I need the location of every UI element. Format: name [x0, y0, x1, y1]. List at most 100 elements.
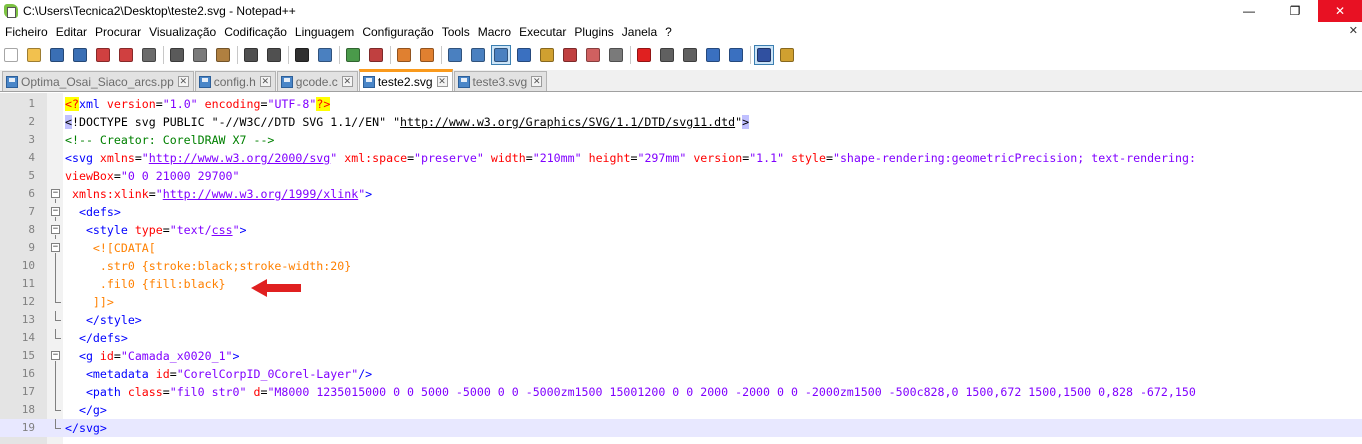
code-line[interactable]: 6 − xmlns:xlink="http://www.w3.org/1999/x… [0, 185, 1362, 203]
open-file-button[interactable] [25, 46, 43, 64]
menu-item-codifica-o[interactable]: Codificação [223, 22, 294, 42]
word-wrap-icon [448, 48, 462, 62]
fold-toggle-icon[interactable]: − [51, 351, 60, 360]
menu-item-editar[interactable]: Editar [55, 22, 94, 42]
menu-item-ficheiro[interactable]: Ficheiro [4, 22, 55, 42]
redo-button[interactable] [265, 46, 283, 64]
code-line[interactable]: 10 .str0 {stroke:black;stroke-width:20} [0, 257, 1362, 275]
menu-item-help[interactable]: ? [664, 22, 679, 42]
record-macro-button[interactable] [635, 46, 653, 64]
fold-toggle-icon[interactable]: − [51, 243, 60, 252]
code-line[interactable]: 18 </g> [0, 401, 1362, 419]
code-line[interactable]: 8 − <style type="text/css"> [0, 221, 1362, 239]
undo-button[interactable] [242, 46, 260, 64]
code-line[interactable]: 19 </svg> [0, 419, 1362, 437]
code-token: = [134, 151, 142, 165]
new-file-button[interactable] [2, 46, 20, 64]
doc-map-icon [540, 48, 554, 62]
code-token: " [155, 187, 163, 201]
monitor-button[interactable] [607, 46, 625, 64]
zoom-in-button[interactable] [344, 46, 362, 64]
code-line[interactable]: 2 <!DOCTYPE svg PUBLIC "-//W3C//DTD SVG 1… [0, 113, 1362, 131]
copy-button[interactable] [191, 46, 209, 64]
code-line[interactable]: 13 </style> [0, 311, 1362, 329]
fold-toggle-icon[interactable]: − [51, 225, 60, 234]
minimize-button[interactable]: — [1226, 0, 1272, 22]
close-all-button[interactable] [117, 46, 135, 64]
replace-button[interactable] [316, 46, 334, 64]
close-window-button[interactable]: ✕ [1318, 0, 1362, 22]
copy-icon [193, 48, 207, 62]
code-text: <style type="text/css"> [65, 221, 247, 239]
tab-gcode-c[interactable]: gcode.c ✕ [276, 71, 358, 91]
menu-item-procurar[interactable]: Procurar [94, 22, 148, 42]
code-line[interactable]: 17 <path class="fil0 str0" d="M8000 1235… [0, 383, 1362, 401]
menu-item-janela[interactable]: Janela [621, 22, 664, 42]
redo-icon [267, 48, 281, 62]
lang-button[interactable] [515, 46, 533, 64]
tab-config-h[interactable]: config.h ✕ [194, 71, 276, 91]
code-line[interactable]: 11 .fil0 {fill:black} [0, 275, 1362, 293]
show-all-chars-button[interactable] [469, 46, 487, 64]
tab-teste3-svg[interactable]: teste3.svg ✕ [453, 71, 548, 91]
code-line[interactable]: 14 </defs> [0, 329, 1362, 347]
menu-item-visualiza-o[interactable]: Visualização [148, 22, 223, 42]
save-macro-button[interactable] [727, 46, 745, 64]
code-token: </svg> [65, 421, 107, 435]
zoom-out-button[interactable] [367, 46, 385, 64]
maximize-button[interactable]: ❐ [1272, 0, 1318, 22]
print-button[interactable] [140, 46, 158, 64]
code-line[interactable]: 12 ]]> [0, 293, 1362, 311]
code-line[interactable]: 4 <svg xmlns="http://www.w3.org/2000/svg"… [0, 149, 1362, 167]
stop-macro-icon [660, 48, 674, 62]
tab-close-icon[interactable]: ✕ [436, 76, 448, 87]
cut-button[interactable] [168, 46, 186, 64]
stop-macro-button[interactable] [658, 46, 676, 64]
word-wrap-button[interactable] [446, 46, 464, 64]
paste-button[interactable] [214, 46, 232, 64]
code-line[interactable]: 1 <?xml version="1.0" encoding="UTF-8"?> [0, 95, 1362, 113]
menu-item-linguagem[interactable]: Linguagem [294, 22, 361, 42]
code-line[interactable]: 3 <!-- Creator: CorelDRAW X7 --> [0, 131, 1362, 149]
fold-toggle-icon[interactable]: − [51, 207, 60, 216]
close-button[interactable] [94, 46, 112, 64]
code-token: "297mm" [637, 151, 687, 165]
indent-guide-button[interactable] [491, 45, 511, 65]
folder-workspace-button[interactable] [584, 46, 602, 64]
tab-close-icon[interactable]: ✕ [177, 76, 189, 87]
notepadpp-app-icon[interactable] [3, 3, 19, 19]
menu-item-macro[interactable]: Macro [477, 22, 518, 42]
sync-vertical-button[interactable] [395, 46, 413, 64]
save-all-button[interactable] [71, 46, 89, 64]
tab-optima-osai-siaco-arcs-pp[interactable]: Optima_Osai_Siaco_arcs.pp ✕ [2, 71, 194, 91]
code-line[interactable]: 15 − <g id="Camada_x0020_1"> [0, 347, 1362, 365]
code-line[interactable]: 9 − <![CDATA[ [0, 239, 1362, 257]
menu-item-tools[interactable]: Tools [441, 22, 477, 42]
doc-map-button[interactable] [538, 46, 556, 64]
run-macro-multiple-button[interactable] [704, 46, 722, 64]
close-document-icon[interactable]: ✕ [1349, 24, 1358, 37]
tab-label: Optima_Osai_Siaco_arcs.pp [21, 74, 174, 89]
code-token: xml [78, 97, 107, 111]
spell-check-button[interactable] [754, 45, 774, 65]
sync-horizontal-button[interactable] [418, 46, 436, 64]
save-button[interactable] [48, 46, 66, 64]
editor-area[interactable]: 1 <?xml version="1.0" encoding="UTF-8"?> 2… [0, 93, 1362, 444]
menu-item-executar[interactable]: Executar [518, 22, 573, 42]
fold-toggle-icon[interactable]: − [51, 189, 60, 198]
tab-close-icon[interactable]: ✕ [531, 76, 543, 87]
tab-close-icon[interactable]: ✕ [259, 76, 271, 87]
play-macro-button[interactable] [681, 46, 699, 64]
function-list-button[interactable] [561, 46, 579, 64]
menu-item-configura-o[interactable]: Configuração [361, 22, 440, 42]
menu-item-plugins[interactable]: Plugins [573, 22, 620, 42]
tab-close-icon[interactable]: ✕ [341, 76, 353, 87]
code-line[interactable]: 5 viewBox="0 0 21000 29700" [0, 167, 1362, 185]
save-state-icon [6, 75, 18, 88]
find-button[interactable] [293, 46, 311, 64]
code-line[interactable]: 7 − <defs> [0, 203, 1362, 221]
spell-options-button[interactable] [778, 46, 796, 64]
code-text: <metadata id="CorelCorpID_0Corel-Layer"/… [65, 365, 372, 383]
code-line[interactable]: 16 <metadata id="CorelCorpID_0Corel-Laye… [0, 365, 1362, 383]
tab-teste2-svg[interactable]: teste2.svg ✕ [358, 69, 453, 91]
